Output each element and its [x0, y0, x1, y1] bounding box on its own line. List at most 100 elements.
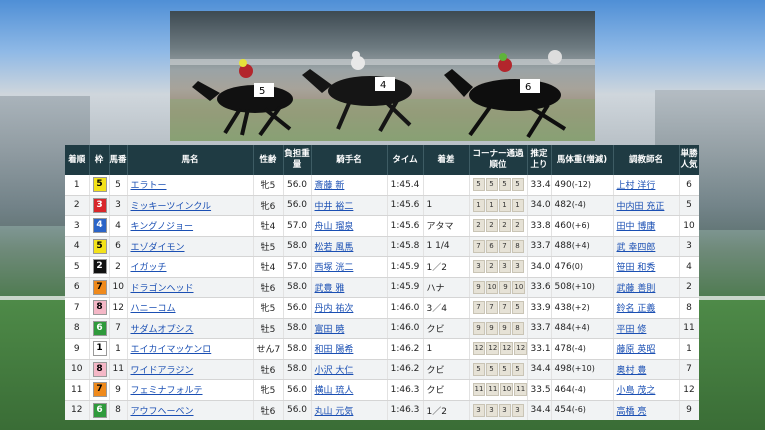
corner-positions: 3333: [472, 403, 524, 417]
trainer-link[interactable]: 中内田 充正: [617, 202, 665, 212]
corner-position: 9: [499, 280, 512, 294]
body-weight-cell: 464(-4): [551, 379, 614, 401]
corner-position: 5: [485, 362, 498, 376]
jockey-link[interactable]: 斎藤 新: [315, 181, 345, 191]
corner-position: 3: [485, 403, 498, 417]
horse-name-link[interactable]: ワイドアラジン: [131, 366, 194, 376]
body-weight-value: 464: [554, 384, 572, 395]
horse-name-link[interactable]: エイカイマッケンロ: [131, 345, 212, 355]
trainer-link[interactable]: 田中 博康: [617, 222, 656, 232]
body-weight-diff: (-4): [571, 200, 586, 210]
horse-name-link[interactable]: エゾダイモン: [131, 243, 185, 253]
trainer-link[interactable]: 鈴名 正義: [617, 304, 656, 314]
body-weight-value: 454: [554, 405, 572, 416]
waku-badge: 4: [92, 218, 107, 234]
trainer-link[interactable]: 上村 洋行: [617, 181, 656, 191]
corner-position: 1: [498, 198, 511, 212]
margin-cell: クビ: [423, 318, 470, 339]
horse-name-link[interactable]: フェミナフォルテ: [131, 386, 203, 396]
weight-cell: 58.0: [283, 236, 312, 257]
jockey-link[interactable]: 松若 風馬: [315, 243, 354, 253]
header-rank: 着順: [65, 145, 90, 175]
horse-name-link[interactable]: ミッキーツインクル: [131, 202, 212, 212]
rank-cell: 3: [65, 215, 90, 237]
trainer-link[interactable]: 笹田 和秀: [617, 263, 656, 273]
trainer-link[interactable]: 藤原 英昭: [617, 345, 656, 355]
table-row: 6 7 10 ドラゴンヘッド 牡6 58.0 武豊 雅 1:45.9 ハナ 9 10 9 10 33.6 5…: [65, 277, 699, 298]
waku-cell: 3: [89, 195, 110, 216]
margin-cell: 1 1/4: [423, 236, 470, 257]
horse-name-link[interactable]: ドラゴンヘッド: [131, 284, 194, 294]
jockey-link[interactable]: 武豊 雅: [315, 284, 345, 294]
jockey-link[interactable]: 丸山 元気: [315, 407, 354, 417]
jockey-link[interactable]: 富田 暁: [315, 325, 345, 335]
jockey-cell: 和田 陽希: [311, 338, 388, 360]
rank-cell: 11: [65, 379, 90, 401]
corners-cell: 7775: [469, 297, 528, 319]
horse-number-cell: 11: [109, 359, 128, 380]
corner-position: 5: [498, 178, 511, 192]
jockey-link[interactable]: 小沢 大仁: [315, 366, 354, 376]
jockey-link[interactable]: 横山 琉人: [315, 386, 354, 396]
time-cell: 1:45.9: [387, 277, 424, 298]
corner-position: 2: [498, 219, 511, 233]
trainer-cell: 平田 修: [613, 318, 680, 339]
trainer-link[interactable]: 武藤 善則: [617, 284, 656, 294]
time-cell: 1:46.0: [387, 297, 424, 319]
trainer-link[interactable]: 平田 修: [617, 325, 647, 335]
time-cell: 1:45.6: [387, 215, 424, 237]
horse-number-cell: 12: [109, 297, 128, 319]
jockey-cell: 小沢 大仁: [311, 359, 388, 380]
jockey-link[interactable]: 舟山 瑠泉: [315, 222, 354, 232]
body-weight-diff: (+2): [571, 302, 590, 312]
trainer-link[interactable]: 武 幸四郎: [617, 243, 656, 253]
jockey-link[interactable]: 西塚 洸二: [315, 263, 354, 273]
waku-badge: 5: [92, 177, 107, 193]
time-cell: 1:45.9: [387, 256, 424, 278]
horse-name-cell: ワイドアラジン: [127, 359, 254, 380]
corner-position: 3: [498, 403, 511, 417]
corner-position: 12: [486, 342, 500, 356]
rank-cell: 6: [65, 277, 90, 298]
jockey-link[interactable]: 和田 陽希: [315, 345, 354, 355]
horse-name-cell: サダムオプシス: [127, 318, 254, 339]
trainer-link[interactable]: 小島 茂之: [617, 386, 656, 396]
table-row: 1 5 5 エラトー 牝5 56.0 斎藤 新 1:45.4 5 5 5 5 33.4 490(-12) 上…: [65, 175, 699, 196]
table-row: 3 4 4 キングノジョー 牡4 57.0 舟山 瑠泉 1:45.6 アタマ 2 2 2 2 33.8 46…: [65, 215, 699, 237]
body-weight-cell: 498(+10): [551, 359, 614, 380]
trainer-cell: 鈴名 正義: [613, 297, 680, 319]
corner-position: 5: [472, 178, 485, 192]
corner-positions: 2222: [472, 219, 524, 233]
corner-position: 5: [511, 362, 524, 376]
corner-positions: 9 10 9 10: [472, 280, 526, 294]
sex-age-cell: 牝5: [253, 175, 284, 196]
body-weight-diff: (+10): [571, 364, 595, 374]
waku-cell: 6: [89, 318, 110, 339]
jockey-cell: 富田 暁: [311, 318, 388, 339]
waku-cell: 5: [89, 175, 110, 196]
corner-position: 5: [485, 178, 498, 192]
horse-name-link[interactable]: イガッチ: [131, 263, 167, 273]
jockey-link[interactable]: 中井 裕二: [315, 202, 354, 212]
body-weight-value: 478: [554, 343, 572, 354]
last-3f-cell: 33.1: [527, 338, 552, 360]
horse-name-link[interactable]: ハニーコム: [131, 304, 176, 314]
horse-name-link[interactable]: キングノジョー: [131, 222, 194, 232]
header-sex-age: 性齢: [253, 145, 284, 175]
horse-name-link[interactable]: アウフヘーベン: [131, 407, 194, 417]
header-body-weight: 馬体重(増減): [551, 145, 614, 175]
popularity-cell: 10: [679, 215, 699, 237]
horse-name-link[interactable]: サダムオプシス: [131, 325, 194, 335]
corner-positions: 11 11 10 11: [472, 383, 526, 397]
trainer-link[interactable]: 奥村 豊: [617, 366, 647, 376]
body-weight-cell: 488(+4): [551, 236, 614, 257]
race-replay-video[interactable]: 5 4 6: [170, 11, 595, 141]
waku-badge: 7: [92, 279, 107, 295]
jockey-link[interactable]: 丹内 祐次: [315, 304, 354, 314]
body-weight-diff: (+4): [571, 241, 590, 251]
horse-name-link[interactable]: エラトー: [131, 181, 167, 191]
trainer-link[interactable]: 高橋 亮: [617, 407, 647, 417]
waku-badge: 5: [92, 238, 107, 254]
time-cell: 1:45.4: [387, 175, 424, 196]
corner-position: 12: [472, 342, 486, 356]
